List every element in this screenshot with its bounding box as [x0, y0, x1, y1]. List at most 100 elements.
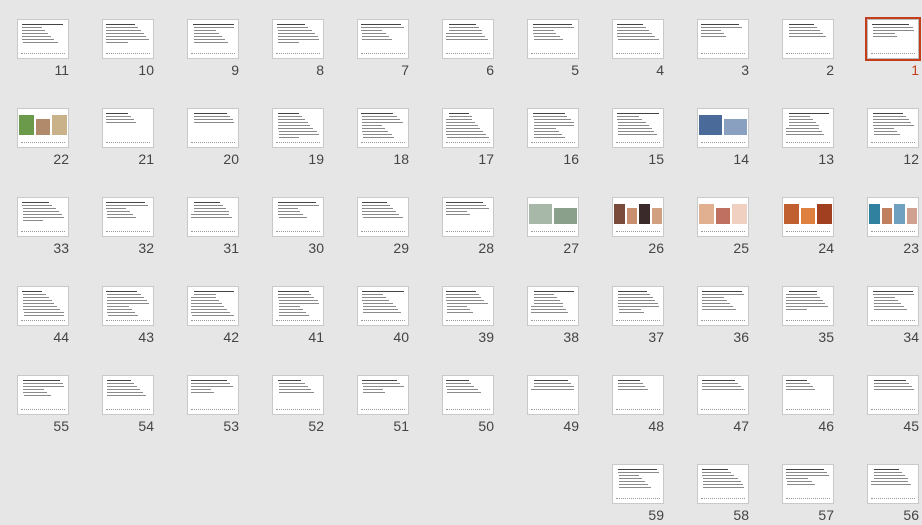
slide-thumbnail-44[interactable]: 44: [17, 286, 69, 346]
slide-text-line: [278, 211, 300, 212]
slide-preview: [272, 108, 324, 148]
slide-thumbnail-42[interactable]: 42: [187, 286, 239, 346]
slide-text-line: [874, 478, 908, 479]
slide-thumbnail-15[interactable]: 15: [612, 108, 664, 168]
slide-text-line: [278, 119, 305, 120]
slide-thumbnail-33[interactable]: 33: [17, 197, 69, 257]
slide-thumbnail-55[interactable]: 55: [17, 375, 69, 435]
slide-thumbnail-43[interactable]: 43: [102, 286, 154, 346]
slide-text-line: [106, 30, 141, 31]
slide-text-line: [363, 386, 404, 387]
slide-thumbnail-41[interactable]: 41: [272, 286, 324, 346]
slide-number: 3: [741, 62, 749, 78]
slide-number: 57: [818, 507, 834, 523]
slide-thumbnail-52[interactable]: 52: [272, 375, 324, 435]
slide-number: 45: [903, 418, 919, 434]
slide-number: 37: [648, 329, 664, 345]
slide-thumbnail-27[interactable]: 27: [527, 197, 579, 257]
slide-image: [800, 208, 816, 224]
slide-thumbnail-10[interactable]: 10: [102, 19, 154, 79]
slide-text-line: [106, 122, 136, 123]
slide-text-line: [789, 116, 810, 117]
slide-thumbnail-56[interactable]: 56: [867, 464, 919, 524]
slide-thumbnail-30[interactable]: 30: [272, 197, 324, 257]
slide-thumbnail-49[interactable]: 49: [527, 375, 579, 435]
slide-thumbnail-46[interactable]: 46: [782, 375, 834, 435]
slide-text-line: [23, 309, 60, 310]
slide-text-line: [279, 309, 303, 310]
slide-text-line: [107, 309, 132, 310]
slide-text-line: [278, 202, 316, 203]
slide-thumbnail-25[interactable]: 25: [697, 197, 749, 257]
slide-thumbnail-29[interactable]: 29: [357, 197, 409, 257]
slide-text-line: [363, 137, 394, 138]
slide-text-line: [446, 119, 472, 120]
slide-thumbnail-18[interactable]: 18: [357, 108, 409, 168]
slide-thumbnail-38[interactable]: 38: [527, 286, 579, 346]
slide-thumbnail-53[interactable]: 53: [187, 375, 239, 435]
slide-thumbnail-3[interactable]: 3: [697, 19, 749, 79]
slide-text-line: [618, 125, 649, 126]
slide-thumbnail-16[interactable]: 16: [527, 108, 579, 168]
slide-preview: [442, 286, 494, 326]
slide-thumbnail-57[interactable]: 57: [782, 464, 834, 524]
slide-thumbnail-34[interactable]: 34: [867, 286, 919, 346]
slide-text-line: [446, 386, 474, 387]
slide-thumbnail-4[interactable]: 4: [612, 19, 664, 79]
slide-thumbnail-6[interactable]: 6: [442, 19, 494, 79]
slide-thumbnail-28[interactable]: 28: [442, 197, 494, 257]
slide-thumbnail-11[interactable]: 11: [17, 19, 69, 79]
slide-thumbnail-26[interactable]: 26: [612, 197, 664, 257]
slide-thumbnail-51[interactable]: 51: [357, 375, 409, 435]
slide-thumbnail-13[interactable]: 13: [782, 108, 834, 168]
slide-text-line: [619, 484, 648, 485]
slide-text-line: [361, 30, 382, 31]
slide-thumbnail-31[interactable]: 31: [187, 197, 239, 257]
slide-thumbnail-36[interactable]: 36: [697, 286, 749, 346]
slide-thumbnail-48[interactable]: 48: [612, 375, 664, 435]
slide-thumbnail-21[interactable]: 21: [102, 108, 154, 168]
slide-footer-line: [786, 142, 830, 143]
slide-thumbnail-58[interactable]: 58: [697, 464, 749, 524]
slide-thumbnail-14[interactable]: 14: [697, 108, 749, 168]
slide-thumbnail-8[interactable]: 8: [272, 19, 324, 79]
slide-text-line: [702, 472, 731, 473]
slide-thumbnail-22[interactable]: 22: [17, 108, 69, 168]
slide-thumbnail-47[interactable]: 47: [697, 375, 749, 435]
slide-text-line: [874, 309, 907, 310]
slide-thumbnail-35[interactable]: 35: [782, 286, 834, 346]
slide-text-line: [534, 294, 554, 295]
slide-text-line: [873, 36, 897, 37]
slide-thumbnail-2[interactable]: 2: [782, 19, 834, 79]
slide-thumbnail-32[interactable]: 32: [102, 197, 154, 257]
slide-thumbnail-17[interactable]: 17: [442, 108, 494, 168]
slide-thumbnail-40[interactable]: 40: [357, 286, 409, 346]
slide-text-line: [534, 125, 574, 126]
slide-text-line: [789, 291, 817, 292]
slide-preview: [357, 286, 409, 326]
slide-thumbnail-12[interactable]: 12: [867, 108, 919, 168]
slide-thumbnail-5[interactable]: 5: [527, 19, 579, 79]
slide-thumbnail-59[interactable]: 59: [612, 464, 664, 524]
slide-text-line: [22, 39, 54, 40]
slide-text-line: [619, 478, 642, 479]
slide-thumbnail-20[interactable]: 20: [187, 108, 239, 168]
slide-thumbnail-54[interactable]: 54: [102, 375, 154, 435]
slide-thumbnail-19[interactable]: 19: [272, 108, 324, 168]
slide-thumbnail-9[interactable]: 9: [187, 19, 239, 79]
slide-text-line: [703, 484, 743, 485]
slide-text-line: [617, 30, 649, 31]
slide-text-line: [23, 306, 57, 307]
slide-text-line: [194, 42, 228, 43]
slide-thumbnail-7[interactable]: 7: [357, 19, 409, 79]
slide-thumbnail-45[interactable]: 45: [867, 375, 919, 435]
slide-sorter-pane[interactable]: 11 10 9 8 7 6 5 4 3 2 1 22 21 20 19 18 17 16 15 14 13 12 33 32 3…: [0, 0, 922, 525]
slide-thumbnail-1[interactable]: 1: [865, 17, 921, 79]
slide-thumbnail-39[interactable]: 39: [442, 286, 494, 346]
slide-text-line: [701, 33, 724, 34]
slide-text-line: [107, 306, 129, 307]
slide-thumbnail-24[interactable]: 24: [782, 197, 834, 257]
slide-thumbnail-37[interactable]: 37: [612, 286, 664, 346]
slide-thumbnail-50[interactable]: 50: [442, 375, 494, 435]
slide-thumbnail-23[interactable]: 23: [867, 197, 919, 257]
